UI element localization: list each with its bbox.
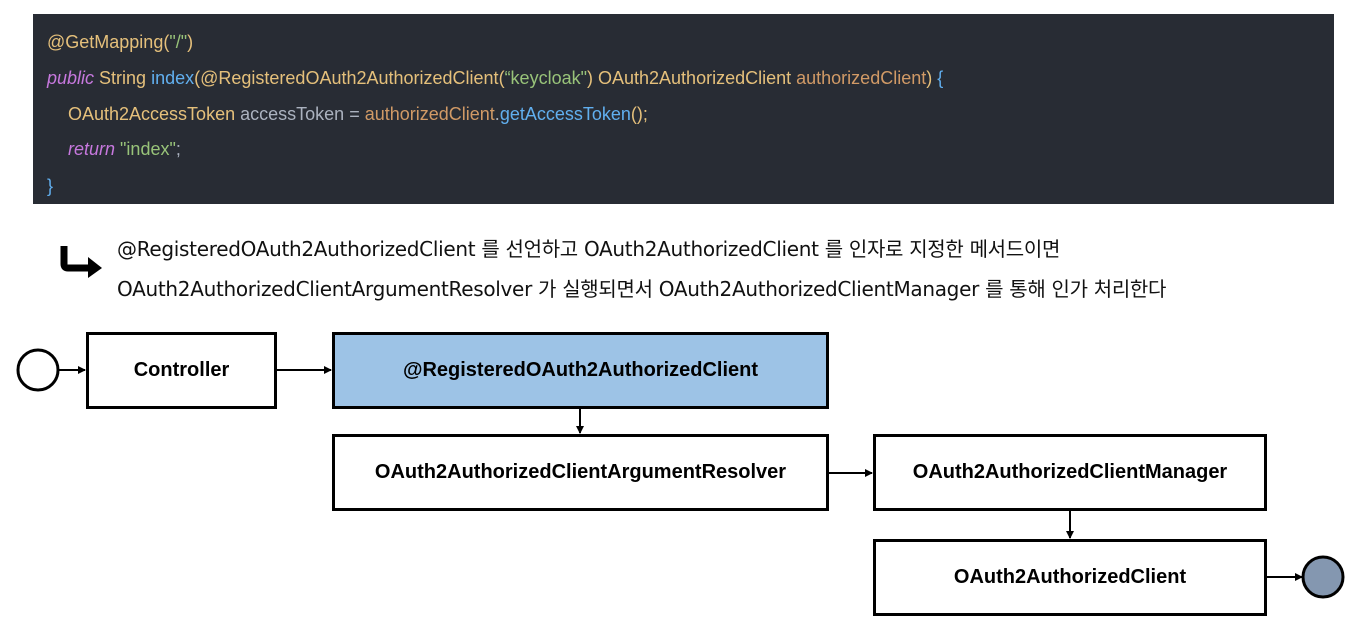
controller-box: Controller [86, 332, 277, 409]
authorized-client-box: OAuth2AuthorizedClient [873, 539, 1267, 616]
end-node [1301, 555, 1345, 599]
client-manager-box: OAuth2AuthorizedClientManager [873, 434, 1267, 511]
registered-client-annotation-box: @RegisteredOAuth2AuthorizedClient [332, 332, 829, 409]
argument-resolver-box: OAuth2AuthorizedClientArgumentResolver [332, 434, 829, 511]
start-node [16, 348, 60, 392]
